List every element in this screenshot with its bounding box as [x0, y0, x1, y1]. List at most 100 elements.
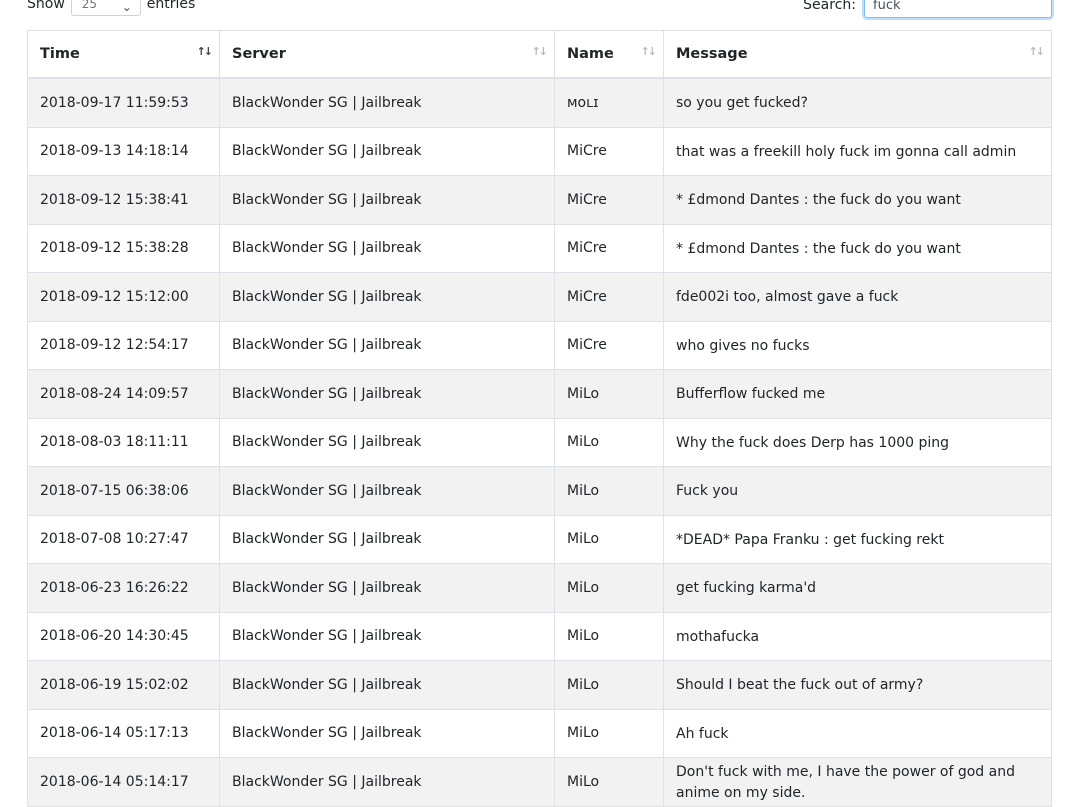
cell-name: MiLo [554, 417, 664, 467]
cell-message: Fuck you [663, 466, 1052, 516]
column-label: Time [40, 46, 80, 62]
show-label: Show [27, 0, 65, 12]
table-row: 2018-06-14 05:14:17 BlackWonder SG | Jail… [27, 757, 1052, 807]
column-header-server[interactable]: Server ↑↓ [219, 30, 555, 79]
cell-server: BlackWonder SG | Jailbreak [219, 77, 555, 128]
cell-message: * £dmond Dantes : the fuck do you want [663, 223, 1052, 273]
sort-icon: ↑↓ [1028, 45, 1046, 58]
cell-name: MiCre [554, 223, 664, 273]
table-row: 2018-07-15 06:38:06 BlackWonder SG | Jail… [27, 466, 1052, 516]
cell-name: ᴍᴏʟɪ [554, 77, 664, 128]
chevron-down-icon: ⌄ [121, 0, 132, 14]
column-header-time[interactable]: Time ↑↓ [27, 30, 220, 79]
table-row: 2018-06-23 16:26:22 BlackWonder SG | Jail… [27, 563, 1052, 613]
cell-message: who gives no fucks [663, 320, 1052, 370]
cell-message: Bufferflow fucked me [663, 369, 1052, 419]
search-control: Search: [803, 0, 1052, 18]
cell-name: MiLo [554, 466, 664, 516]
sort-icon: ↑↓ [640, 45, 658, 58]
table-row: 2018-09-12 15:38:28 BlackWonder SG | Jail… [27, 223, 1052, 273]
page-length-value: 25 [81, 0, 98, 11]
cell-server: BlackWonder SG | Jailbreak [219, 223, 555, 273]
cell-name: MiLo [554, 611, 664, 661]
entries-label: entries [146, 0, 196, 12]
cell-time: 2018-06-20 14:30:45 [27, 611, 220, 661]
cell-message: Should I beat the fuck out of army? [663, 660, 1052, 710]
cell-name: MiLo [554, 369, 664, 419]
sort-desc-icon: ↑↓ [196, 45, 214, 58]
cell-time: 2018-09-13 14:18:14 [27, 126, 220, 176]
cell-name: MiLo [554, 708, 664, 758]
cell-message: fde002i too, almost gave a fuck [663, 272, 1052, 322]
cell-time: 2018-06-19 15:02:02 [27, 660, 220, 710]
cell-server: BlackWonder SG | Jailbreak [219, 369, 555, 419]
cell-time: 2018-08-24 14:09:57 [27, 369, 220, 419]
cell-time: 2018-09-12 12:54:17 [27, 320, 220, 370]
table-header-row: Time ↑↓ Server ↑↓ Name ↑↓ Message ↑↓ [27, 30, 1052, 79]
column-label: Message [676, 46, 748, 62]
table-row: 2018-09-12 15:38:41 BlackWonder SG | Jail… [27, 175, 1052, 225]
sort-icon: ↑↓ [531, 45, 549, 58]
page-length-select[interactable]: 25 ⌄ [70, 0, 141, 16]
table-row: 2018-08-03 18:11:11 BlackWonder SG | Jail… [27, 417, 1052, 467]
table-row: 2018-06-20 14:30:45 BlackWonder SG | Jail… [27, 611, 1052, 661]
cell-time: 2018-06-23 16:26:22 [27, 563, 220, 613]
table-row: 2018-07-08 10:27:47 BlackWonder SG | Jail… [27, 514, 1052, 564]
cell-name: MiLo [554, 563, 664, 613]
cell-message: Ah fuck [663, 708, 1052, 758]
table-row: 2018-06-19 15:02:02 BlackWonder SG | Jail… [27, 660, 1052, 710]
cell-time: 2018-06-14 05:17:13 [27, 708, 220, 758]
page-length-control: Show 25 ⌄ entries [27, 0, 195, 16]
cell-message: mothafucka [663, 611, 1052, 661]
cell-server: BlackWonder SG | Jailbreak [219, 660, 555, 710]
cell-name: MiCre [554, 272, 664, 322]
cell-message: get fucking karma'd [663, 563, 1052, 613]
cell-server: BlackWonder SG | Jailbreak [219, 466, 555, 516]
column-label: Server [232, 46, 286, 62]
chat-log-table: Time ↑↓ Server ↑↓ Name ↑↓ Message ↑↓ 201… [27, 30, 1052, 807]
cell-message: that was a freekill holy fuck im gonna c… [663, 126, 1052, 176]
cell-server: BlackWonder SG | Jailbreak [219, 708, 555, 758]
cell-server: BlackWonder SG | Jailbreak [219, 514, 555, 564]
cell-server: BlackWonder SG | Jailbreak [219, 126, 555, 176]
cell-server: BlackWonder SG | Jailbreak [219, 175, 555, 225]
table-controls: Show 25 ⌄ entries Search: [0, 0, 1078, 30]
cell-name: MiCre [554, 126, 664, 176]
table-row: 2018-09-12 15:12:00 BlackWonder SG | Jail… [27, 272, 1052, 322]
cell-name: MiCre [554, 320, 664, 370]
cell-time: 2018-08-03 18:11:11 [27, 417, 220, 467]
cell-server: BlackWonder SG | Jailbreak [219, 757, 555, 807]
cell-name: MiCre [554, 175, 664, 225]
table-row: 2018-09-17 11:59:53 BlackWonder SG | Jail… [27, 77, 1052, 128]
cell-server: BlackWonder SG | Jailbreak [219, 563, 555, 613]
table-row: 2018-06-14 05:17:13 BlackWonder SG | Jail… [27, 708, 1052, 758]
table-row: 2018-09-13 14:18:14 BlackWonder SG | Jail… [27, 126, 1052, 176]
cell-server: BlackWonder SG | Jailbreak [219, 417, 555, 467]
cell-time: 2018-07-08 10:27:47 [27, 514, 220, 564]
cell-name: MiLo [554, 757, 664, 807]
cell-server: BlackWonder SG | Jailbreak [219, 611, 555, 661]
column-header-message[interactable]: Message ↑↓ [663, 30, 1052, 79]
column-header-name[interactable]: Name ↑↓ [554, 30, 664, 79]
cell-message: so you get fucked? [663, 77, 1052, 128]
cell-time: 2018-09-17 11:59:53 [27, 77, 220, 128]
cell-time: 2018-06-14 05:14:17 [27, 757, 220, 807]
cell-name: MiLo [554, 514, 664, 564]
cell-message: Why the fuck does Derp has 1000 ping [663, 417, 1052, 467]
cell-message: *DEAD* Papa Franku : get fucking rekt [663, 514, 1052, 564]
cell-time: 2018-07-15 06:38:06 [27, 466, 220, 516]
column-label: Name [567, 46, 614, 62]
cell-message: * £dmond Dantes : the fuck do you want [663, 175, 1052, 225]
table-row: 2018-08-24 14:09:57 BlackWonder SG | Jail… [27, 369, 1052, 419]
cell-time: 2018-09-12 15:12:00 [27, 272, 220, 322]
cell-time: 2018-09-12 15:38:28 [27, 223, 220, 273]
table-body: 2018-09-17 11:59:53 BlackWonder SG | Jail… [27, 77, 1052, 807]
table-row: 2018-09-12 12:54:17 BlackWonder SG | Jail… [27, 320, 1052, 370]
search-label: Search: [803, 0, 856, 13]
cell-name: MiLo [554, 660, 664, 710]
search-input[interactable] [864, 0, 1052, 18]
cell-time: 2018-09-12 15:38:41 [27, 175, 220, 225]
cell-server: BlackWonder SG | Jailbreak [219, 320, 555, 370]
cell-message: Don't fuck with me, I have the power of … [663, 757, 1052, 807]
cell-server: BlackWonder SG | Jailbreak [219, 272, 555, 322]
